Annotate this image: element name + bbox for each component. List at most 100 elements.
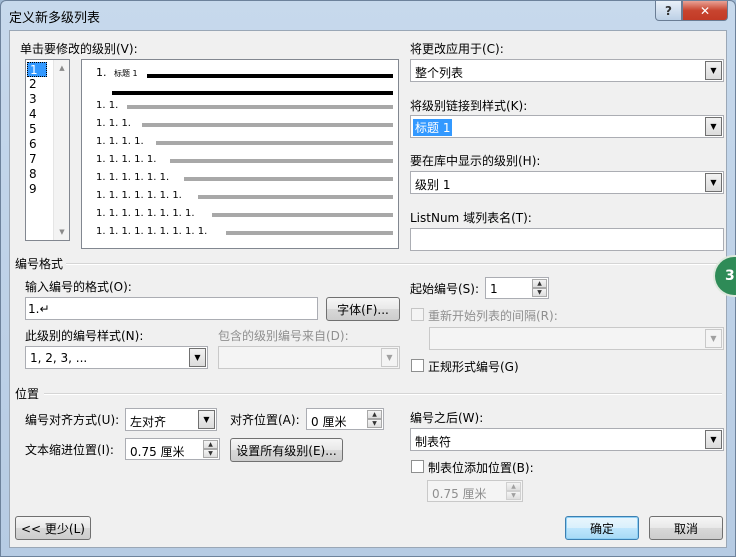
spin-down-icon[interactable]: ▼ [367, 419, 382, 428]
font-button[interactable]: 字体(F)... [326, 297, 400, 321]
start-at-label: 起始编号(S): [410, 282, 480, 296]
scroll-up-icon[interactable]: ▲ [54, 60, 70, 76]
spin-down-icon[interactable]: ▼ [203, 449, 218, 458]
gallery-level-label: 要在库中显示的级别(H): [410, 154, 541, 168]
apply-to-select[interactable]: 整个列表 ▼ [410, 59, 724, 82]
position-section-title: 位置 [15, 387, 40, 401]
tab-stop-spinner[interactable]: 0.75 厘米 ▲ ▼ [427, 480, 523, 502]
spin-down-icon[interactable]: ▼ [506, 491, 521, 500]
dropdown-arrow-icon[interactable]: ▼ [381, 348, 398, 367]
level-listbox[interactable]: 1 2 3 4 5 6 7 8 9 ▲ ▼ [25, 59, 70, 241]
spinner-buttons[interactable]: ▲ ▼ [532, 279, 547, 297]
set-all-levels-button[interactable]: 设置所有级别(E)... [230, 438, 343, 462]
link-style-select[interactable]: 标题 1 ▼ [410, 115, 724, 138]
level-item[interactable]: 9 [27, 182, 37, 197]
tab-stop-label: 制表位添加位置(B): [428, 461, 534, 475]
gallery-level-select[interactable]: 级别 1 ▼ [410, 171, 724, 194]
less-button[interactable]: << 更少(L) [15, 516, 91, 540]
spin-up-icon[interactable]: ▲ [367, 410, 382, 419]
preview-row: 1. 1. 1. 1. [96, 136, 144, 147]
preview-line [212, 213, 393, 217]
section-divider [44, 393, 722, 395]
start-at-value: 1 [490, 282, 498, 296]
level-item[interactable]: 1 [27, 62, 47, 77]
tab-stop-checkbox[interactable] [411, 460, 424, 473]
dropdown-arrow-icon[interactable]: ▼ [705, 117, 722, 136]
align-at-spinner[interactable]: 0 厘米 ▲ ▼ [306, 408, 384, 430]
numbering-preview: 1. 标题 1 1. 1. 1. 1. 1. 1. 1. 1. 1. 1. 1.… [81, 59, 399, 249]
legal-style-label: 正规形式编号(G) [428, 360, 519, 374]
number-style-select[interactable]: 1, 2, 3, ... ▼ [25, 346, 208, 369]
number-style-value: 1, 2, 3, ... [30, 351, 88, 365]
spin-up-icon[interactable]: ▲ [506, 482, 521, 491]
format-label: 输入编号的格式(O): [25, 280, 132, 294]
title-bar[interactable]: 定义新多级列表 ? ✕ [1, 1, 735, 29]
include-level-label: 包含的级别编号来自(D): [218, 329, 349, 343]
level-item[interactable]: 3 [27, 92, 37, 107]
spin-down-icon[interactable]: ▼ [532, 288, 547, 297]
number-format-input[interactable]: 1.↵ [25, 297, 318, 320]
preview-line [147, 74, 393, 78]
window-title: 定义新多级列表 [9, 11, 101, 26]
indent-label: 文本缩进位置(I): [25, 443, 114, 457]
listnum-input[interactable] [410, 228, 724, 251]
preview-line [142, 123, 393, 127]
text-indent-value: 0.75 厘米 [130, 445, 185, 459]
follow-number-value: 制表符 [415, 435, 452, 449]
close-button[interactable]: ✕ [682, 1, 728, 21]
level-item[interactable]: 8 [27, 167, 37, 182]
text-indent-spinner[interactable]: 0.75 厘米 ▲ ▼ [125, 438, 220, 460]
ok-button[interactable]: 确定 [565, 516, 639, 540]
link-style-value: 标题 1 [413, 119, 453, 136]
number-alignment-value: 左对齐 [130, 415, 167, 429]
follow-number-select[interactable]: 制表符 ▼ [410, 428, 724, 451]
levels-label: 单击要修改的级别(V): [20, 42, 138, 56]
preview-line [127, 105, 393, 109]
dropdown-arrow-icon[interactable]: ▼ [705, 61, 722, 80]
number-style-label: 此级别的编号样式(N): [25, 329, 144, 343]
level-item[interactable]: 5 [27, 122, 37, 137]
dropdown-arrow-icon[interactable]: ▼ [705, 329, 722, 348]
preview-row: 1. 1. 1. 1. 1. 1. 1. [96, 190, 182, 201]
preview-line [112, 91, 393, 95]
number-format-value: 1.↵ [28, 302, 50, 316]
restart-checkbox[interactable] [411, 308, 424, 321]
preview-first-number: 1. [96, 66, 107, 79]
apply-to-label: 将更改应用于(C): [410, 42, 504, 56]
level-scrollbar[interactable]: ▲ ▼ [53, 60, 69, 240]
dropdown-arrow-icon[interactable]: ▼ [705, 430, 722, 449]
scroll-down-icon[interactable]: ▼ [54, 224, 70, 240]
level-item[interactable]: 6 [27, 137, 37, 152]
spin-up-icon[interactable]: ▲ [203, 440, 218, 449]
spinner-buttons[interactable]: ▲ ▼ [203, 440, 218, 458]
spinner-buttons[interactable]: ▲ ▼ [506, 482, 521, 500]
dropdown-arrow-icon[interactable]: ▼ [705, 173, 722, 192]
preview-line [184, 177, 393, 181]
cancel-button[interactable]: 取消 [649, 516, 723, 540]
preview-row: 1. 1. 1. 1. 1. [96, 154, 157, 165]
spinner-buttons[interactable]: ▲ ▼ [367, 410, 382, 428]
include-level-select[interactable]: ▼ [218, 346, 400, 369]
preview-row: 1. 1. [96, 100, 119, 111]
preview-first-text: 标题 1 [114, 69, 138, 78]
level-item[interactable]: 7 [27, 152, 37, 167]
preview-line [198, 195, 393, 199]
start-at-spinner[interactable]: 1 ▲ ▼ [485, 277, 549, 299]
listnum-label: ListNum 域列表名(T): [410, 211, 532, 225]
preview-line [156, 141, 393, 145]
restart-after-select[interactable]: ▼ [429, 327, 724, 350]
help-button[interactable]: ? [655, 1, 682, 21]
legal-style-checkbox[interactable] [411, 359, 424, 372]
align-at-label: 对齐位置(A): [230, 413, 300, 427]
spin-up-icon[interactable]: ▲ [532, 279, 547, 288]
preview-row: 1. 1. 1. [96, 118, 131, 129]
level-item[interactable]: 2 [27, 77, 37, 92]
link-style-label: 将级别链接到样式(K): [410, 99, 528, 113]
follow-number-label: 编号之后(W): [410, 411, 484, 425]
level-item[interactable]: 4 [27, 107, 37, 122]
preview-line [170, 159, 393, 163]
number-alignment-select[interactable]: 左对齐 ▼ [125, 408, 217, 431]
dropdown-arrow-icon[interactable]: ▼ [198, 410, 215, 429]
dropdown-arrow-icon[interactable]: ▼ [189, 348, 206, 367]
tab-stop-value: 0.75 厘米 [432, 487, 487, 501]
